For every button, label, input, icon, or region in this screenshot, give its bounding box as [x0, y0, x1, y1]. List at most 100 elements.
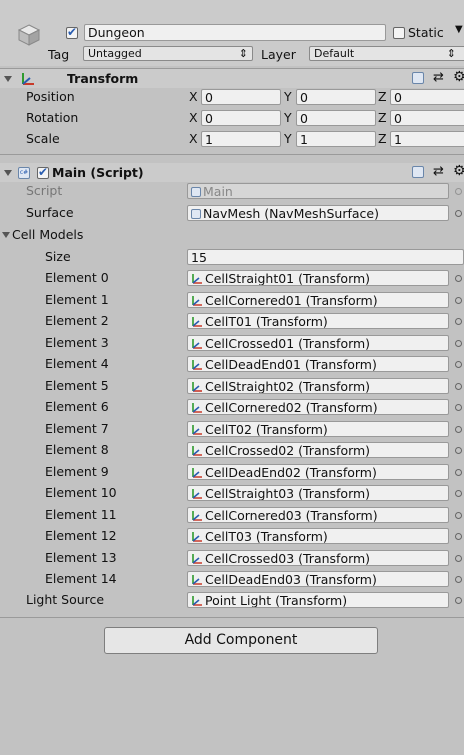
- axis-z-label[interactable]: Z: [378, 110, 387, 125]
- script-file-icon: [191, 187, 201, 197]
- object-picker-icon[interactable]: [455, 318, 462, 325]
- element-object-field[interactable]: CellT01 (Transform): [187, 313, 449, 329]
- object-picker-icon[interactable]: [455, 469, 462, 476]
- main-script-help-icon[interactable]: [412, 166, 424, 178]
- object-picker-icon[interactable]: [455, 447, 462, 454]
- layer-value: Default: [314, 47, 355, 60]
- object-picker-icon[interactable]: [455, 275, 462, 282]
- main-script-settings-icon[interactable]: ⇄: [433, 164, 444, 179]
- axis-z-label[interactable]: Z: [378, 89, 387, 104]
- element-object-field[interactable]: CellDeadEnd02 (Transform): [187, 464, 449, 480]
- element-label: Element 6: [45, 399, 109, 414]
- transform-settings-icon[interactable]: ⇄: [433, 70, 444, 85]
- transform-rotation-x-field[interactable]: 0: [201, 110, 281, 126]
- transform-rotation-label: Rotation: [26, 110, 79, 125]
- axis-x-label[interactable]: X: [189, 89, 198, 104]
- surface-field[interactable]: NavMesh (NavMeshSurface): [187, 205, 449, 221]
- element-object-field[interactable]: CellCrossed01 (Transform): [187, 335, 449, 351]
- cell-models-fold-arrow-icon[interactable]: [2, 232, 10, 238]
- gameobject-active-checkbox[interactable]: [66, 25, 78, 39]
- object-picker-icon[interactable]: [455, 533, 462, 540]
- surface-picker-icon[interactable]: [455, 210, 462, 217]
- element-value: CellT03 (Transform): [205, 529, 328, 544]
- axis-x-label[interactable]: X: [189, 110, 198, 125]
- transform-icon: [192, 532, 202, 542]
- transform-scale-x-field[interactable]: 1: [201, 131, 281, 147]
- static-checkbox[interactable]: [393, 27, 405, 39]
- element-label: Element 4: [45, 356, 109, 371]
- element-object-field[interactable]: CellCornered03 (Transform): [187, 507, 449, 523]
- transform-icon: [192, 575, 202, 585]
- axis-y-label[interactable]: Y: [284, 110, 292, 125]
- axis-x-label[interactable]: X: [189, 131, 198, 146]
- transform-position-y-field[interactable]: 0: [296, 89, 376, 105]
- transform-icon: [192, 468, 202, 478]
- size-field[interactable]: 15: [187, 249, 464, 265]
- static-dropdown-arrow-icon[interactable]: ▼: [455, 24, 463, 35]
- object-picker-icon[interactable]: [455, 340, 462, 347]
- light-source-picker-icon[interactable]: [455, 597, 462, 604]
- element-label: Element 5: [45, 378, 109, 393]
- main-script-enabled-checkbox[interactable]: [37, 165, 49, 179]
- gameobject-header: Dungeon Static ▼ Tag Untagged ⇕ Layer De…: [0, 0, 464, 66]
- element-label: Element 8: [45, 442, 109, 457]
- gameobject-name-field[interactable]: Dungeon: [84, 24, 386, 41]
- cell-models-label[interactable]: Cell Models: [12, 227, 83, 242]
- element-object-field[interactable]: CellStraight01 (Transform): [187, 270, 449, 286]
- add-component-button[interactable]: Add Component: [104, 627, 378, 654]
- element-value: CellT02 (Transform): [205, 422, 328, 437]
- transform-scale-y-field[interactable]: 1: [296, 131, 376, 147]
- element-object-field[interactable]: CellDeadEnd03 (Transform): [187, 571, 449, 587]
- light-source-field[interactable]: Point Light (Transform): [187, 592, 449, 608]
- element-value: CellDeadEnd03 (Transform): [205, 572, 377, 587]
- transform-icon: [192, 596, 202, 606]
- transform-scale-z-field[interactable]: 1: [390, 131, 464, 147]
- transform-fold-arrow-icon[interactable]: [4, 76, 12, 82]
- main-script-header[interactable]: c# Main (Script) ⇄ ⚙: [0, 163, 464, 182]
- main-script-gear-icon[interactable]: ⚙: [453, 163, 464, 179]
- axis-z-label[interactable]: Z: [378, 131, 387, 146]
- element-object-field[interactable]: CellT02 (Transform): [187, 421, 449, 437]
- object-picker-icon[interactable]: [455, 512, 462, 519]
- transform-rotation-z-field[interactable]: 0: [390, 110, 464, 126]
- element-object-field[interactable]: CellCrossed02 (Transform): [187, 442, 449, 458]
- object-picker-icon[interactable]: [455, 555, 462, 562]
- transform-gear-icon[interactable]: ⚙: [453, 69, 464, 85]
- element-object-field[interactable]: CellDeadEnd01 (Transform): [187, 356, 449, 372]
- element-object-field[interactable]: CellCornered02 (Transform): [187, 399, 449, 415]
- transform-icon: [192, 511, 202, 521]
- element-label: Element 0: [45, 270, 109, 285]
- main-script-fold-arrow-icon[interactable]: [4, 170, 12, 176]
- object-picker-icon[interactable]: [455, 426, 462, 433]
- element-value: CellT01 (Transform): [205, 314, 328, 329]
- transform-icon: [22, 73, 34, 85]
- axis-y-label[interactable]: Y: [284, 89, 292, 104]
- transform-position-z-field[interactable]: 0: [390, 89, 464, 105]
- element-object-field[interactable]: CellStraight03 (Transform): [187, 485, 449, 501]
- transform-rotation-y-field[interactable]: 0: [296, 110, 376, 126]
- object-picker-icon[interactable]: [455, 576, 462, 583]
- object-picker-icon[interactable]: [455, 404, 462, 411]
- transform-icon: [192, 425, 202, 435]
- transform-header[interactable]: Transform ⇄ ⚙: [0, 68, 464, 88]
- element-object-field[interactable]: CellStraight02 (Transform): [187, 378, 449, 394]
- element-object-field[interactable]: CellCrossed03 (Transform): [187, 550, 449, 566]
- element-object-field[interactable]: CellT03 (Transform): [187, 528, 449, 544]
- main-script-title: Main (Script): [52, 165, 144, 180]
- layer-dropdown-arrow-icon: ⇕: [446, 47, 456, 60]
- transform-title: Transform: [67, 71, 139, 86]
- axis-y-label[interactable]: Y: [284, 131, 292, 146]
- transform-help-icon[interactable]: [412, 72, 424, 84]
- object-picker-icon[interactable]: [455, 383, 462, 390]
- element-label: Element 13: [45, 550, 117, 565]
- tag-dropdown[interactable]: Untagged ⇕: [83, 46, 253, 61]
- object-picker-icon[interactable]: [455, 490, 462, 497]
- layer-dropdown[interactable]: Default ⇕: [309, 46, 464, 61]
- element-value: CellDeadEnd02 (Transform): [205, 465, 377, 480]
- element-label: Element 7: [45, 421, 109, 436]
- transform-position-x-field[interactable]: 0: [201, 89, 281, 105]
- script-label: Script: [26, 183, 63, 198]
- element-object-field[interactable]: CellCornered01 (Transform): [187, 292, 449, 308]
- object-picker-icon[interactable]: [455, 361, 462, 368]
- object-picker-icon[interactable]: [455, 297, 462, 304]
